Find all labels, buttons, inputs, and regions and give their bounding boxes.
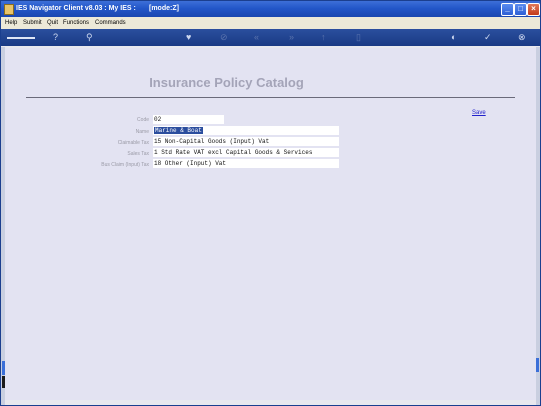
right-panel-edge bbox=[536, 47, 540, 405]
bus-claim-tax-field[interactable]: 18 Other (Input) Vat bbox=[153, 159, 339, 168]
code-label: Code bbox=[137, 117, 149, 123]
minimize-button[interactable]: _ bbox=[501, 3, 514, 16]
previous-icon[interactable]: « bbox=[254, 32, 259, 43]
window-title: IES Navigator Client v8.03 : My IES : bbox=[16, 5, 136, 12]
heart-icon[interactable]: ♥ bbox=[186, 32, 191, 43]
save-link[interactable]: Save bbox=[472, 110, 486, 116]
close-icon[interactable]: ⊗ bbox=[518, 32, 526, 43]
menu-submit[interactable]: Submit bbox=[23, 20, 42, 26]
page-title: Insurance Policy Catalog bbox=[149, 75, 304, 90]
up-icon[interactable]: ↑ bbox=[321, 32, 326, 43]
search-icon[interactable]: ⚲ bbox=[86, 32, 93, 43]
app-window: IES Navigator Client v8.03 : My IES : [m… bbox=[0, 0, 541, 406]
app-icon bbox=[4, 4, 14, 15]
sales-tax-label: Sales Tax bbox=[127, 151, 149, 157]
right-side-tab[interactable] bbox=[536, 358, 539, 372]
document-icon[interactable]: ▯ bbox=[356, 32, 361, 43]
menu-functions[interactable]: Functions bbox=[63, 20, 89, 26]
name-field[interactable]: Marine & Boat bbox=[153, 126, 339, 135]
slider-track[interactable] bbox=[7, 37, 35, 39]
claimable-tax-label: Claimable Tax bbox=[117, 140, 149, 146]
sales-tax-field[interactable]: 1 Std Rate VAT excl Capital Goods & Serv… bbox=[153, 148, 339, 157]
code-field[interactable]: 02 bbox=[153, 115, 224, 124]
close-button[interactable]: × bbox=[527, 3, 540, 16]
cancel-icon[interactable]: ⊘ bbox=[220, 32, 228, 43]
lock-icon[interactable]: ◐ bbox=[451, 32, 456, 43]
title-bar: IES Navigator Client v8.03 : My IES : [m… bbox=[1, 1, 540, 17]
menu-quit[interactable]: Quit bbox=[47, 20, 58, 26]
menu-bar: Help Submit Quit Functions Commands bbox=[1, 17, 540, 29]
window-mode: [mode:Z] bbox=[149, 5, 179, 12]
name-label: Name bbox=[135, 129, 149, 135]
main-content: Insurance Policy Catalog Save Code 02 Na… bbox=[5, 48, 536, 400]
name-field-value: Marine & Boat bbox=[154, 127, 203, 134]
title-divider bbox=[26, 97, 515, 98]
menu-help[interactable]: Help bbox=[5, 20, 17, 26]
check-icon[interactable]: ✓ bbox=[484, 32, 492, 43]
bus-claim-tax-label: Bus Claim (Input) Tax bbox=[101, 162, 149, 168]
maximize-button[interactable]: □ bbox=[514, 3, 527, 16]
toolbar: ? ⚲ ♥ ⊘ « » ↑ ▯ ◐ ✓ ⊗ bbox=[1, 29, 540, 46]
menu-commands[interactable]: Commands bbox=[95, 20, 126, 26]
claimable-tax-field[interactable]: 15 Non-Capital Goods (Input) Vat bbox=[153, 137, 339, 146]
help-icon[interactable]: ? bbox=[53, 32, 58, 43]
next-icon[interactable]: » bbox=[289, 32, 294, 43]
